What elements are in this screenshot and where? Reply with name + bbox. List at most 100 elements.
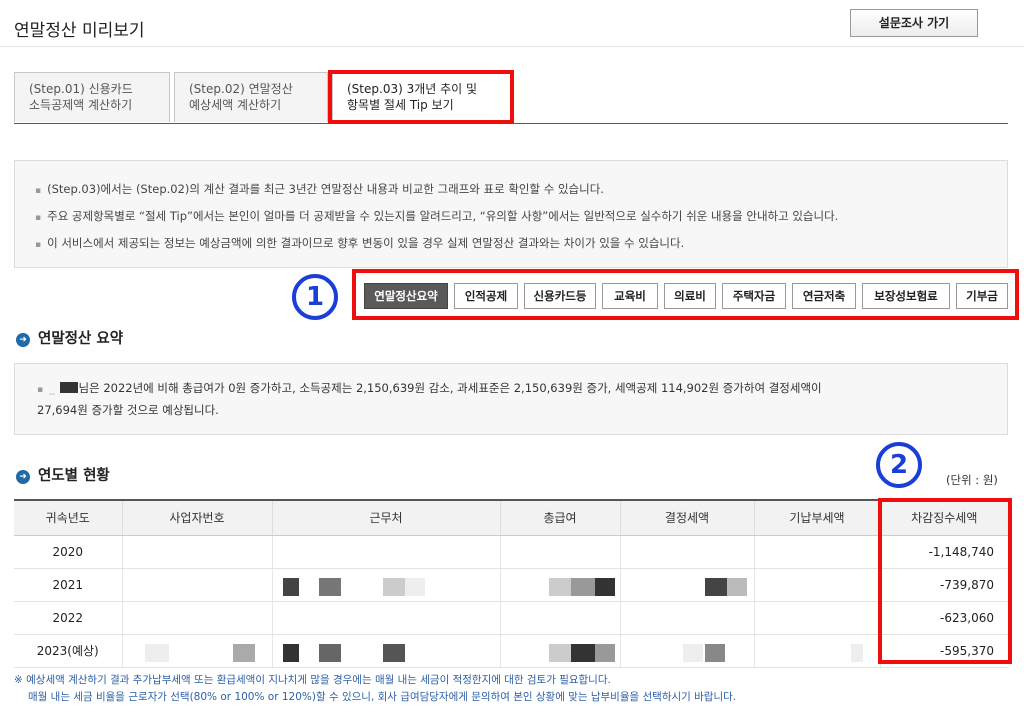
business-number-cell	[121, 634, 272, 668]
determined-tax-cell	[619, 535, 754, 569]
table-row: 2022 -623,060	[14, 601, 1008, 635]
filter-pension-savings-button[interactable]: 연금저축	[792, 283, 856, 309]
determined-tax-cell	[619, 634, 754, 668]
yearly-title-text: 연도별 현황	[38, 468, 110, 484]
col-header: 차감징수세액	[879, 499, 1008, 536]
tab-step2-line1: (Step.02) 연말정산	[189, 82, 293, 96]
year-cell: 2022	[14, 601, 122, 635]
total-salary-cell	[499, 535, 620, 569]
filter-donation-button[interactable]: 기부금	[956, 283, 1008, 309]
summary-text: 님은 2022년에 비해 총급여가 0원 증가하고, 소득공제는 2,150,6…	[78, 381, 822, 395]
prepaid-tax-cell	[753, 535, 880, 569]
summary-title-text: 연말정산 요약	[38, 331, 124, 347]
prepaid-tax-cell	[753, 601, 880, 635]
col-header: 결정세액	[619, 499, 754, 536]
redacted-block	[318, 643, 341, 662]
col-header: 귀속년도	[14, 499, 122, 536]
summary-box: ▪ _ 님은 2022년에 비해 총급여가 0원 증가하고, 소득공제는 2,15…	[14, 363, 1008, 435]
filter-insurance-button[interactable]: 보장성보험료	[862, 283, 950, 309]
col-header: 기납부세액	[753, 499, 880, 536]
year-cell: 2021	[14, 568, 122, 602]
total-salary-cell	[499, 634, 620, 668]
info-item: 주요 공제항목별로 “절세 Tip”에서는 본인이 얼마를 더 공제받을 수 있…	[35, 204, 987, 231]
redacted-block	[726, 577, 747, 596]
filter-medical-button[interactable]: 의료비	[664, 283, 716, 309]
redacted-block	[704, 577, 727, 596]
tab-step3-line2: 항목별 절세 Tip 보기	[347, 98, 454, 112]
annotation-marker-2: 2	[876, 442, 922, 488]
prepaid-tax-cell	[753, 568, 880, 602]
survey-button[interactable]: 설문조사 가기	[850, 9, 978, 37]
table-row: 2023(예상) -595,370	[14, 634, 1008, 668]
redacted-block	[404, 577, 425, 596]
summary-line-2: 27,694원 증가할 것으로 예상됩니다.	[37, 403, 219, 417]
tab-step1[interactable]: (Step.01) 신용카드 소득공제액 계산하기	[14, 72, 170, 122]
yearly-section-title: ➜ 연도별 현황	[16, 464, 110, 485]
col-header: 근무처	[271, 499, 500, 536]
footnote: ※ 예상세액 계산하기 결과 추가납부세액 또는 환급세액이 지나치게 많을 경…	[14, 672, 736, 706]
annotation-marker-1: 1	[292, 274, 338, 320]
redacted-block	[382, 577, 405, 596]
info-item: 이 서비스에서 제공되는 정보는 예상금액에 의한 결과이므로 향후 변동이 있…	[35, 231, 987, 258]
redacted-block	[382, 643, 405, 662]
redacted-block	[682, 643, 703, 662]
tab-step1-line2: 소득공제액 계산하기	[29, 98, 133, 112]
arrow-bullet-icon: ➜	[16, 333, 30, 347]
tab-step1-line1: (Step.01) 신용카드	[29, 82, 133, 96]
total-salary-cell	[499, 568, 620, 602]
redacted-block	[548, 643, 571, 662]
tab-step3-line1: (Step.03) 3개년 추이 및	[347, 82, 478, 96]
filter-personal-deduction-button[interactable]: 인적공제	[454, 283, 518, 309]
redacted-block	[548, 577, 571, 596]
redacted-block	[232, 643, 255, 662]
redacted-block	[570, 577, 595, 596]
redacted-block	[570, 643, 595, 662]
redacted-block	[282, 643, 299, 662]
business-number-cell	[121, 568, 272, 602]
prepaid-tax-cell	[753, 634, 880, 668]
info-box: (Step.03)에서는 (Step.02)의 계산 결과를 최근 3년간 연말…	[14, 160, 1008, 268]
deduction-tax-cell: -595,370	[879, 634, 1008, 668]
redacted-name	[59, 382, 78, 393]
deduction-tax-cell: -1,148,740	[879, 535, 1008, 569]
footnote-line-1: ※ 예상세액 계산하기 결과 추가납부세액 또는 환급세액이 지나치게 많을 경…	[14, 674, 611, 686]
business-number-cell	[121, 601, 272, 635]
filter-credit-card-button[interactable]: 신용카드등	[524, 283, 596, 309]
redacted-block	[850, 643, 863, 662]
arrow-bullet-icon: ➜	[16, 470, 30, 484]
redacted-block	[318, 577, 341, 596]
year-cell: 2020	[14, 535, 122, 569]
yearly-table: 귀속년도 사업자번호 근무처 총급여 결정세액 기납부세액 차감징수세액 202…	[14, 499, 1008, 668]
table-header-row: 귀속년도 사업자번호 근무처 총급여 결정세액 기납부세액 차감징수세액	[14, 499, 1008, 536]
redacted-block	[594, 577, 615, 596]
determined-tax-cell	[619, 601, 754, 635]
unit-label: (단위 : 원)	[946, 473, 998, 487]
workplace-cell	[271, 634, 500, 668]
deduction-tax-cell: -739,870	[879, 568, 1008, 602]
tab-step2-line2: 예상세액 계산하기	[189, 98, 282, 112]
col-header: 사업자번호	[121, 499, 272, 536]
workplace-cell	[271, 568, 500, 602]
redacted-block	[282, 577, 299, 596]
redacted-block	[144, 643, 169, 662]
step-tabs: (Step.01) 신용카드 소득공제액 계산하기 (Step.02) 연말정산…	[14, 72, 1008, 124]
table-row: 2021 -739,870	[14, 568, 1008, 602]
footnote-line-2: 매월 내는 세금 비율을 근로자가 선택(80% or 100% or 120%…	[28, 691, 737, 703]
info-item: (Step.03)에서는 (Step.02)의 계산 결과를 최근 3년간 연말…	[35, 177, 987, 204]
filter-summary-button[interactable]: 연말정산요약	[364, 283, 448, 309]
title-divider	[0, 46, 1024, 47]
tab-step2[interactable]: (Step.02) 연말정산 예상세액 계산하기	[174, 72, 328, 122]
summary-section-title: ➜ 연말정산 요약	[16, 327, 123, 348]
filter-housing-button[interactable]: 주택자금	[722, 283, 786, 309]
workplace-cell	[271, 535, 500, 569]
redacted-block	[704, 643, 725, 662]
determined-tax-cell	[619, 568, 754, 602]
tab-step3[interactable]: (Step.03) 3개년 추이 및 항목별 절세 Tip 보기	[332, 72, 512, 123]
business-number-cell	[121, 535, 272, 569]
table-row: 2020 -1,148,740	[14, 535, 1008, 569]
filter-education-button[interactable]: 교육비	[602, 283, 658, 309]
deduction-tax-cell: -623,060	[879, 601, 1008, 635]
summary-line-1: ▪ _ 님은 2022년에 비해 총급여가 0원 증가하고, 소득공제는 2,15…	[37, 381, 822, 395]
year-cell: 2023(예상)	[14, 634, 122, 668]
page-title: 연말정산 미리보기	[14, 21, 145, 41]
